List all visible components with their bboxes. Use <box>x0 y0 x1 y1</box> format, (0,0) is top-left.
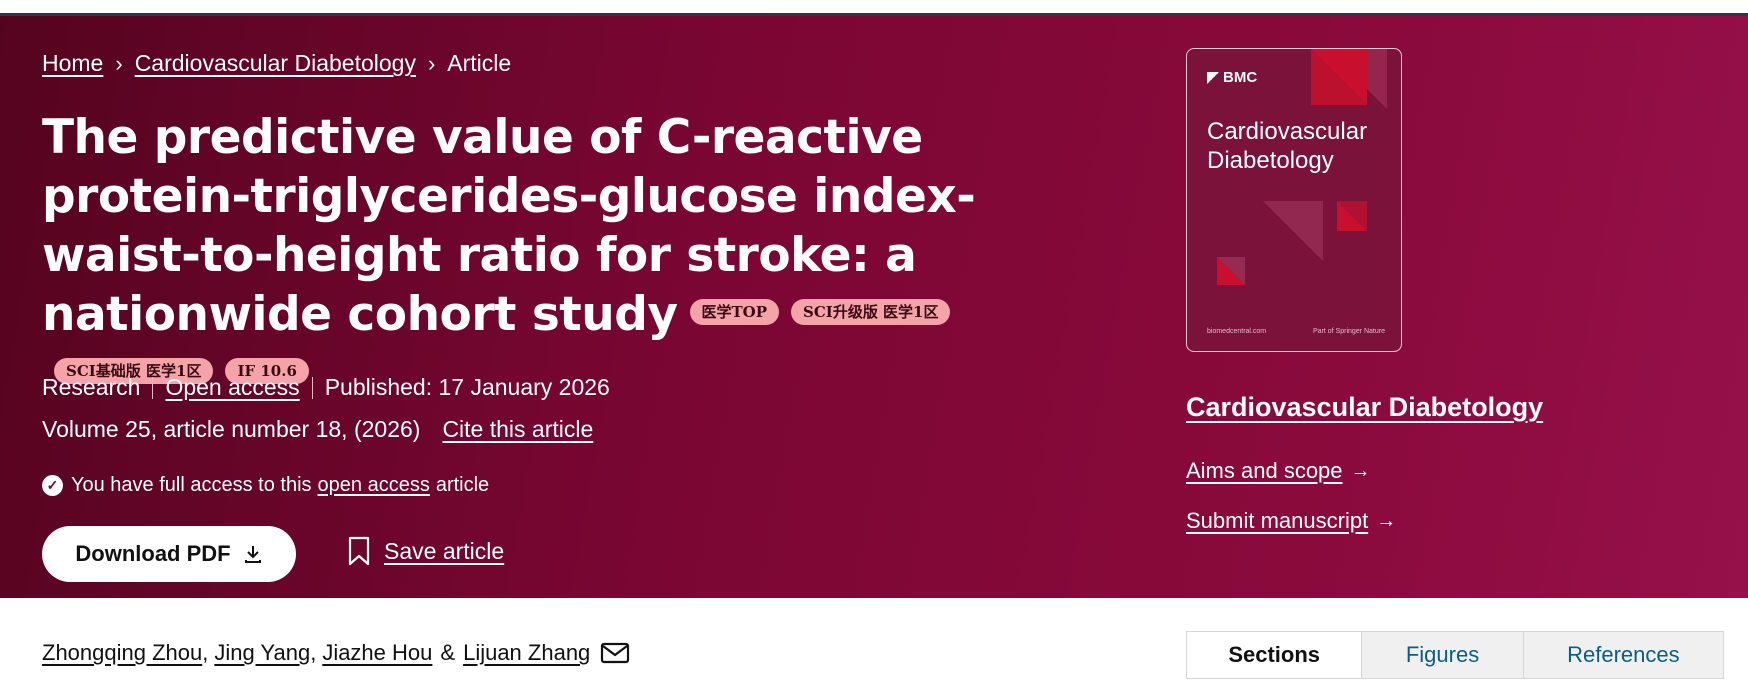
breadcrumb-journal[interactable]: Cardiovascular Diabetology <box>135 50 416 77</box>
cover-footer: biomedcentral.com Part of Springer Natur… <box>1207 328 1385 335</box>
tab-references[interactable]: References <box>1523 632 1723 678</box>
cover-journal-name: Cardiovascular Diabetology <box>1207 118 1368 174</box>
breadcrumb-current: Article <box>447 50 512 76</box>
cite-article-link[interactable]: Cite this article <box>442 416 593 443</box>
bookmark-icon <box>348 536 370 566</box>
top-border <box>0 0 1748 16</box>
article-header: Home › Cardiovascular Diabetology › Arti… <box>0 16 1748 598</box>
bmc-logo-text: BMC <box>1223 69 1258 86</box>
save-article-label[interactable]: Save article <box>384 538 504 565</box>
article-title: The predictive value of C-reactive prote… <box>42 108 1082 403</box>
article-meta: Research Open access Published: 17 Janua… <box>42 374 610 401</box>
author-link[interactable]: Zhongqing Zhou <box>42 640 202 666</box>
breadcrumb-separator: › <box>115 50 123 76</box>
divider <box>311 376 313 399</box>
check-circle-icon: ✓ <box>42 475 63 496</box>
aims-scope-row: Aims and scope → <box>1186 458 1371 484</box>
article-type: Research <box>42 374 141 400</box>
article-volume: Volume 25, article number 18, (2026) <box>42 416 421 442</box>
article-tabs: Sections Figures References <box>1186 631 1724 679</box>
journal-title-link[interactable]: Cardiovascular Diabetology <box>1186 392 1543 422</box>
mail-icon[interactable] <box>600 641 630 665</box>
author-link[interactable]: Jing Yang <box>214 640 310 666</box>
access-prefix: You have full access to this <box>71 474 312 496</box>
cover-footer-right: Part of Springer Nature <box>1313 328 1385 335</box>
access-notice: ✓ You have full access to this open acce… <box>42 474 489 497</box>
download-pdf-button[interactable]: Download PDF <box>42 526 296 582</box>
journal-title: Cardiovascular Diabetology <box>1186 392 1543 423</box>
tab-sections[interactable]: Sections <box>1187 632 1363 678</box>
bmc-logo-icon <box>1207 71 1219 84</box>
access-open-access-link[interactable]: open access <box>318 474 430 497</box>
author-separator: , <box>310 640 317 665</box>
tab-figures[interactable]: Figures <box>1362 632 1524 678</box>
journal-cover-image[interactable]: BMC Cardiovascular Diabetology biomedcen… <box>1186 48 1402 352</box>
badge-sci-upgrade: SCI升级版 医学1区 <box>791 298 951 325</box>
save-article-button[interactable]: Save article <box>348 536 504 566</box>
download-icon <box>244 546 261 563</box>
author-separator: , <box>202 640 209 665</box>
submit-manuscript-link[interactable]: Submit manuscript <box>1186 508 1368 534</box>
breadcrumb: Home › Cardiovascular Diabetology › Arti… <box>42 50 511 77</box>
breadcrumb-home[interactable]: Home <box>42 50 103 77</box>
arrow-right-icon: → <box>1376 509 1397 532</box>
cover-footer-left: biomedcentral.com <box>1207 328 1267 335</box>
aims-scope-link[interactable]: Aims and scope <box>1186 458 1343 484</box>
author-ampersand: & <box>440 640 456 665</box>
published-date: Published: 17 January 2026 <box>324 374 610 400</box>
open-access-link[interactable]: Open access <box>165 374 299 401</box>
divider <box>152 376 154 399</box>
download-pdf-label: Download PDF <box>75 541 231 566</box>
bmc-logo: BMC <box>1207 69 1257 86</box>
badge-medical-top: 医学TOP <box>689 298 780 325</box>
author-link[interactable]: Lijuan Zhang <box>463 640 590 666</box>
article-volume-row: Volume 25, article number 18, (2026) Cit… <box>42 416 593 443</box>
access-suffix: article <box>435 474 490 496</box>
author-list: Zhongqing Zhou, Jing Yang, Jiazhe Hou & … <box>42 640 630 666</box>
arrow-right-icon: → <box>1350 459 1371 482</box>
author-link[interactable]: Jiazhe Hou <box>322 640 432 666</box>
cover-graphic <box>1217 49 1387 285</box>
breadcrumb-separator: › <box>427 50 436 76</box>
submit-manuscript-row: Submit manuscript → <box>1186 508 1396 534</box>
